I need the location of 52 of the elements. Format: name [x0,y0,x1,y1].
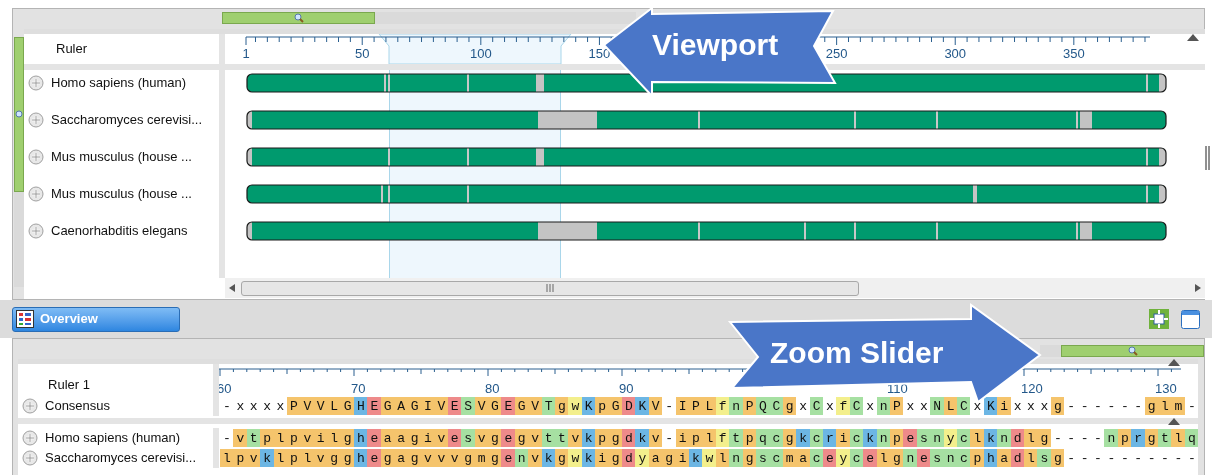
expand-icon[interactable] [22,450,38,466]
magnifier-icon [293,13,304,23]
sequence-name: Mus musculus (house ... [51,186,192,202]
grid-icon [16,310,34,328]
ruler-tick-label: 1 [242,46,250,61]
ruler-tick-label: 300 [944,46,967,61]
ruler-tick-label: 100 [470,46,492,61]
scroll-left-icon[interactable] [229,284,235,292]
scrollbar-thumb[interactable] [241,280,859,296]
sequence-name: Saccharomyces cerevisi... [51,112,202,128]
ruler-tick-label: 70 [351,381,366,396]
slider-track[interactable] [14,37,24,287]
horizontal-scrollbar[interactable] [225,278,1205,298]
sequence-name: Mus musculus (house ... [51,149,192,165]
ruler-tick-label: 350 [1063,46,1085,61]
ruler-tick-label: 110 [887,381,908,396]
scroll-right-icon[interactable] [1195,284,1201,292]
callout-label: Zoom Slider [770,338,944,368]
ruler-tick-label: 130 [1155,381,1177,396]
ruler-label: Ruler 1 [48,375,90,394]
expand-icon[interactable] [28,186,44,202]
window-icon[interactable] [1181,309,1200,329]
ruler-tick-label: 250 [825,46,848,61]
marker-icon[interactable] [1168,418,1181,425]
ruler-tick-label: 150 [588,46,611,61]
magnifier-icon [1127,346,1138,356]
slider-track[interactable] [222,12,636,24]
expand-icon[interactable] [28,112,44,128]
expand-icon[interactable] [22,398,38,414]
sequence-name: Caenorhabditis elegans [51,223,188,239]
expand-icon[interactable] [28,223,44,239]
sequence-name: Saccharomyces cerevisi... [45,449,196,468]
ruler-tick-label: 120 [1021,381,1043,396]
callout-label: Viewport [652,30,779,60]
expand-icon[interactable] [28,149,44,165]
sequence-name: Consensus [45,397,111,416]
overview-tab[interactable]: Overview [12,306,180,332]
magnifier-icon [15,109,23,120]
ruler-label: Ruler [56,40,88,59]
fit-to-window-icon[interactable] [1149,309,1169,329]
ruler-tick-label: 90 [619,381,634,396]
expand-icon[interactable] [22,430,38,446]
expand-icon[interactable] [28,75,44,91]
zoom-slider[interactable] [222,12,376,24]
vertical-zoom-slider[interactable] [14,37,24,192]
ruler-tick-label: 50 [355,46,370,61]
splitter-grip-icon[interactable] [1205,146,1210,170]
sequence-name: Homo sapiens (human) [51,75,187,91]
sequence-name: Homo sapiens (human) [45,429,181,448]
marker-icon[interactable] [1168,359,1181,366]
ruler-tick-label: 80 [485,381,500,396]
grip-icon [545,284,555,292]
